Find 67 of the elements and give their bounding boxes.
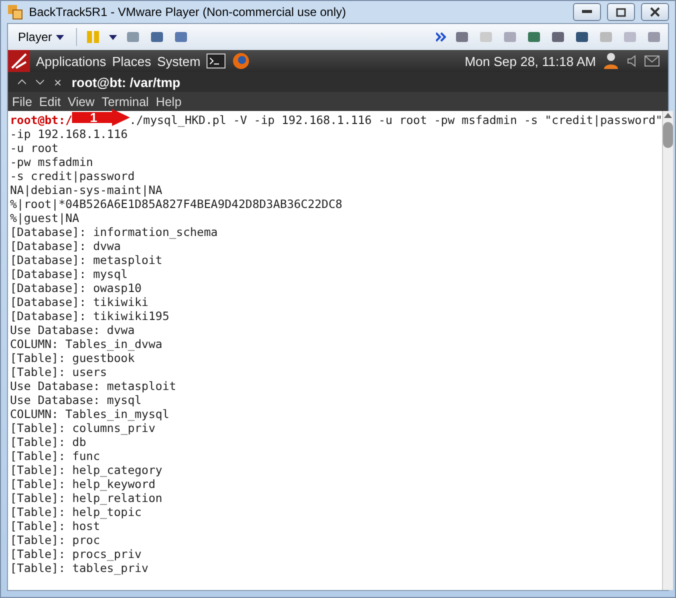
menu-item[interactable]: File xyxy=(12,94,32,108)
mail-icon[interactable] xyxy=(644,55,660,67)
output-line: %|root|*04B526A6E1D85A827F4BEA9D42D8D3AB36C22DC8 xyxy=(10,197,344,211)
output-line: [Table]: func xyxy=(10,449,102,463)
minimize-icon xyxy=(582,10,592,14)
output-line: [Database]: dvwa xyxy=(10,239,122,253)
output-line: [Table]: host xyxy=(10,519,102,533)
shell-prompt: root@bt:/ xyxy=(10,113,72,127)
output-line: Use Database: mysql xyxy=(10,393,143,407)
panel-menu[interactable]: Places xyxy=(112,54,152,68)
output-line: COLUMN: Tables_in_mysql xyxy=(10,407,170,421)
minimize-button[interactable] xyxy=(573,3,601,21)
close-button[interactable] xyxy=(641,3,669,21)
output-line: COLUMN: Tables_in_dvwa xyxy=(10,337,164,351)
output-line: [Database]: information_schema xyxy=(10,225,219,239)
command-line: ./mysql_HKD.pl -V -ip 192.168.1.116 -u root -pw msfadmin -s "credit|password" xyxy=(129,113,662,127)
output-line: [Table]: tables_priv xyxy=(10,561,150,575)
clock: Mon Sep 28, 11:18 AM xyxy=(464,54,596,68)
output-line: [Database]: tikiwiki xyxy=(10,295,150,309)
output-line: Use Database: metasploit xyxy=(10,379,178,393)
terminal-icon[interactable] xyxy=(206,53,226,69)
output-line: -u root xyxy=(10,141,60,155)
output-line: [Table]: help_keyword xyxy=(10,477,156,491)
output-line: [Table]: db xyxy=(10,435,88,449)
panel-menu[interactable]: System xyxy=(157,54,200,68)
down-caret-icon[interactable] xyxy=(36,79,44,85)
output-line: [Database]: owasp10 xyxy=(10,281,143,295)
maximize-button[interactable] xyxy=(607,3,635,21)
output-line: [Database]: metasploit xyxy=(10,253,164,267)
speaker-icon[interactable] xyxy=(626,55,638,67)
output-line: NA|debian-sys-maint|NA xyxy=(10,183,164,197)
app-icon xyxy=(7,4,23,20)
output-line: [Table]: proc xyxy=(10,533,102,547)
close-icon xyxy=(650,7,660,17)
close-tab-button[interactable]: × xyxy=(54,74,62,90)
menu-item[interactable]: Edit xyxy=(39,94,61,108)
menu-item[interactable]: Terminal xyxy=(102,94,149,108)
chevron-icon[interactable] xyxy=(436,32,446,42)
caret-icon[interactable] xyxy=(109,34,118,40)
output-line: -s credit|password xyxy=(10,169,136,183)
output-line: [Database]: mysql xyxy=(10,267,129,281)
window-title: BackTrack5R1 - VMware Player (Non-commercial use only) xyxy=(29,5,347,19)
caret-icon xyxy=(56,34,64,40)
menu-item[interactable]: Help xyxy=(156,94,182,108)
output-line: [Table]: procs_priv xyxy=(10,547,143,561)
scrollbar-thumb[interactable] xyxy=(663,122,674,148)
callout-arrow: 1 xyxy=(72,109,132,126)
scroll-up-icon[interactable] xyxy=(664,113,672,118)
output-line: [Table]: columns_priv xyxy=(10,421,156,435)
output-line: -ip 192.168.1.116 xyxy=(10,127,129,141)
output-line: Use Database: dvwa xyxy=(10,323,136,337)
output-line: [Database]: tikiwiki195 xyxy=(10,309,170,323)
output-line: [Table]: help_relation xyxy=(10,491,164,505)
browser-icon[interactable] xyxy=(232,52,250,70)
maximize-icon xyxy=(616,8,626,16)
menu-item[interactable]: View xyxy=(68,94,95,108)
terminal-title: root@bt: /var/tmp xyxy=(72,74,180,90)
output-line: [Table]: users xyxy=(10,365,108,379)
output-line: %|guest|NA xyxy=(10,211,80,225)
up-caret-icon[interactable] xyxy=(18,79,26,85)
output-line: [Table]: guestbook xyxy=(10,351,136,365)
output-line: [Table]: help_topic xyxy=(10,505,143,519)
user-icon[interactable] xyxy=(602,52,620,70)
panel-menu[interactable]: Applications xyxy=(36,54,106,68)
output-line: -pw msfadmin xyxy=(10,155,94,169)
output-line: [Table]: help_category xyxy=(10,463,164,477)
player-menu[interactable]: Player xyxy=(14,30,68,44)
